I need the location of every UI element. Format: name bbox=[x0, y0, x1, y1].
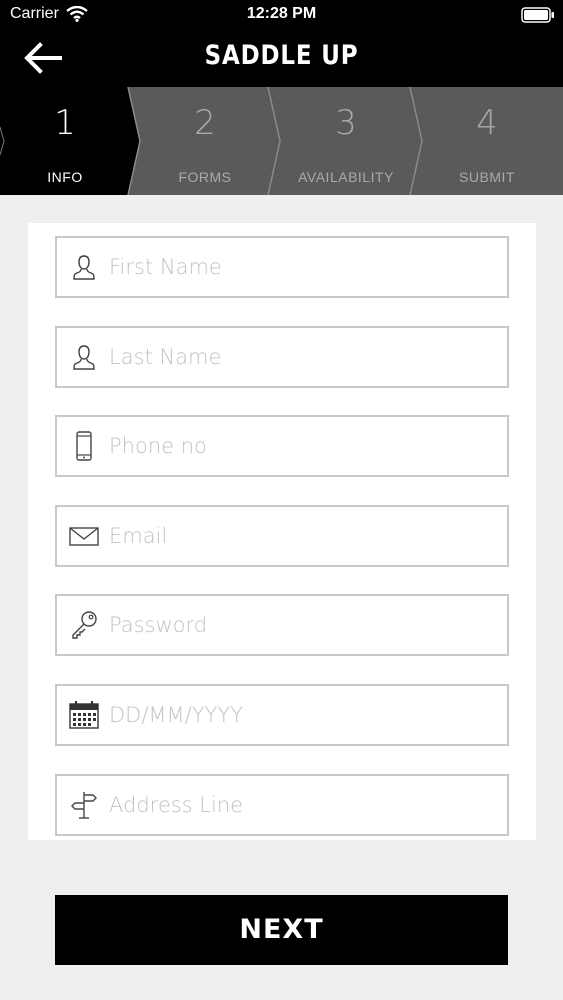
password-input[interactable] bbox=[109, 596, 499, 654]
person-icon bbox=[73, 255, 95, 280]
next-button[interactable]: NEXT bbox=[55, 895, 508, 965]
page-title: SADDLE UP bbox=[204, 40, 359, 71]
address-input[interactable] bbox=[109, 776, 499, 834]
address-field[interactable] bbox=[55, 774, 509, 836]
step-label: AVAILABILITY bbox=[298, 169, 394, 185]
step-label: FORMS bbox=[178, 169, 232, 185]
step-number: 4 bbox=[476, 103, 498, 143]
last-name-input[interactable] bbox=[109, 328, 499, 386]
person-icon bbox=[73, 345, 95, 370]
calendar-icon bbox=[69, 701, 99, 729]
step-number: 2 bbox=[194, 103, 216, 143]
signup-form bbox=[28, 223, 536, 840]
nav-bar: SADDLE UP bbox=[0, 30, 563, 87]
step-label: INFO bbox=[47, 169, 83, 185]
phone-field[interactable] bbox=[55, 415, 509, 477]
status-bar: Carrier 12:28 PM bbox=[0, 0, 563, 30]
step-number: 1 bbox=[54, 103, 76, 143]
step-availability[interactable]: 3 AVAILABILITY bbox=[280, 87, 412, 195]
envelope-icon bbox=[69, 527, 99, 546]
step-label: SUBMIT bbox=[459, 169, 515, 185]
password-field[interactable] bbox=[55, 594, 509, 656]
battery-icon bbox=[521, 7, 554, 23]
phone-input[interactable] bbox=[109, 417, 499, 475]
last-name-field[interactable] bbox=[55, 326, 509, 388]
signpost-icon bbox=[71, 792, 97, 819]
birthdate-input[interactable] bbox=[109, 686, 499, 744]
phone-icon bbox=[76, 431, 92, 461]
step-number: 3 bbox=[335, 103, 357, 143]
step-submit[interactable]: 4 SUBMIT bbox=[422, 87, 552, 195]
birthdate-field[interactable] bbox=[55, 684, 509, 746]
status-time: 12:28 PM bbox=[246, 5, 317, 22]
email-input[interactable] bbox=[109, 507, 499, 565]
step-info[interactable]: 1 INFO bbox=[0, 87, 130, 195]
first-name-field[interactable] bbox=[55, 236, 509, 298]
step-forms[interactable]: 2 FORMS bbox=[140, 87, 270, 195]
step-progress: 1 INFO 2 FORMS 3 AVAILABILITY 4 SUBMIT bbox=[0, 87, 563, 195]
email-field[interactable] bbox=[55, 505, 509, 567]
first-name-input[interactable] bbox=[109, 238, 499, 296]
key-icon bbox=[72, 611, 97, 639]
